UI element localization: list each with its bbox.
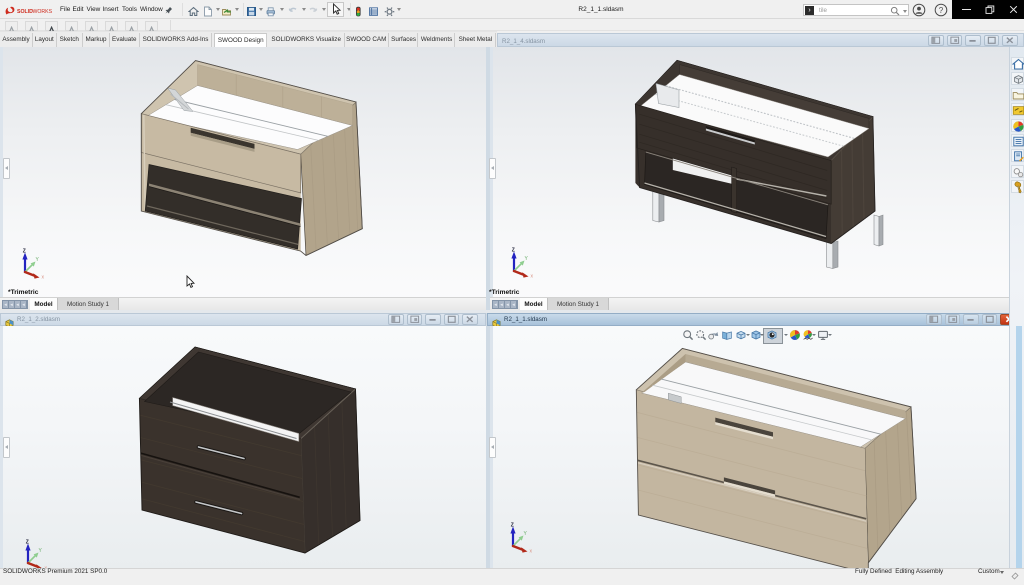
svg-text:x: x [41, 274, 44, 280]
svg-text:Z: Z [511, 523, 514, 529]
svg-text:Y: Y [524, 531, 528, 537]
svg-text:Y: Y [525, 256, 529, 262]
svg-text:Y: Y [35, 257, 39, 263]
svg-text:x: x [530, 549, 533, 555]
svg-text:Y: Y [38, 548, 42, 554]
svg-text:x: x [531, 274, 534, 280]
svg-text:Z: Z [22, 248, 25, 254]
svg-text:Z: Z [512, 248, 515, 254]
svg-text:Z: Z [25, 539, 28, 545]
